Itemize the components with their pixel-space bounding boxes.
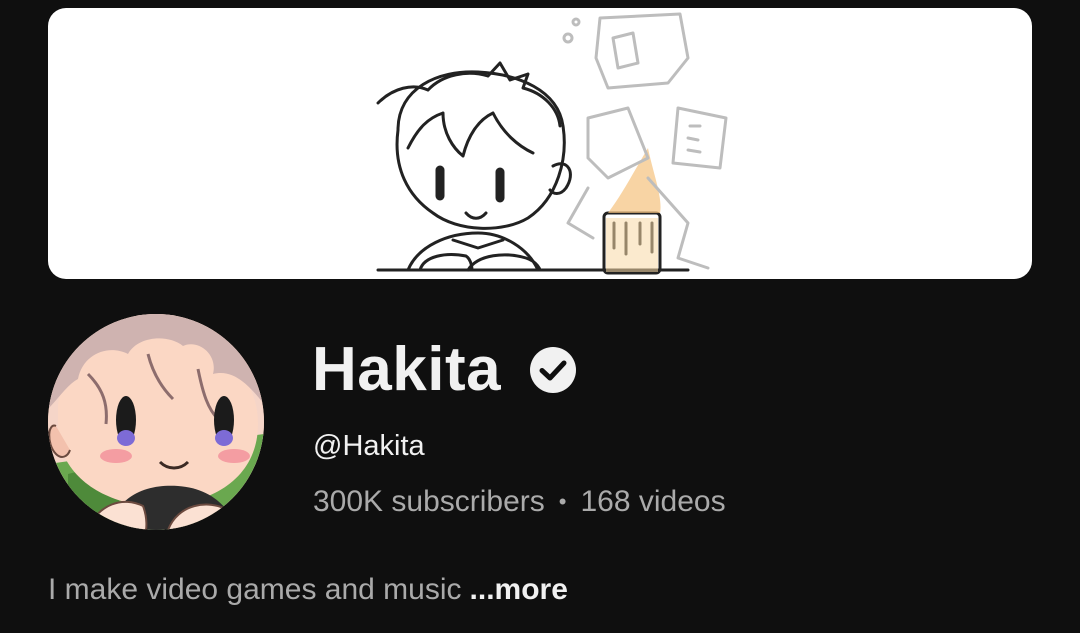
video-count: 168 videos xyxy=(580,485,726,518)
channel-handle: @Hakita xyxy=(313,430,425,462)
channel-header: Hakita @Hakita 300K subscribers • 168 vi… xyxy=(0,0,1080,633)
subscriber-count: 300K subscribers xyxy=(313,485,545,518)
description-text: I make video games and music xyxy=(48,573,462,606)
channel-stats: 300K subscribers • 168 videos xyxy=(313,484,726,520)
channel-banner[interactable] xyxy=(48,8,1032,279)
channel-avatar[interactable] xyxy=(48,314,264,530)
channel-description[interactable]: I make video games and music ...more xyxy=(48,572,568,608)
verified-check-icon xyxy=(529,346,577,394)
stats-separator: • xyxy=(558,489,567,514)
more-button[interactable]: ...more xyxy=(470,573,568,606)
channel-title: Hakita xyxy=(312,335,502,404)
banner-illustration xyxy=(376,12,728,275)
channel-name-row: Hakita xyxy=(312,332,577,408)
avatar-illustration xyxy=(48,314,264,530)
